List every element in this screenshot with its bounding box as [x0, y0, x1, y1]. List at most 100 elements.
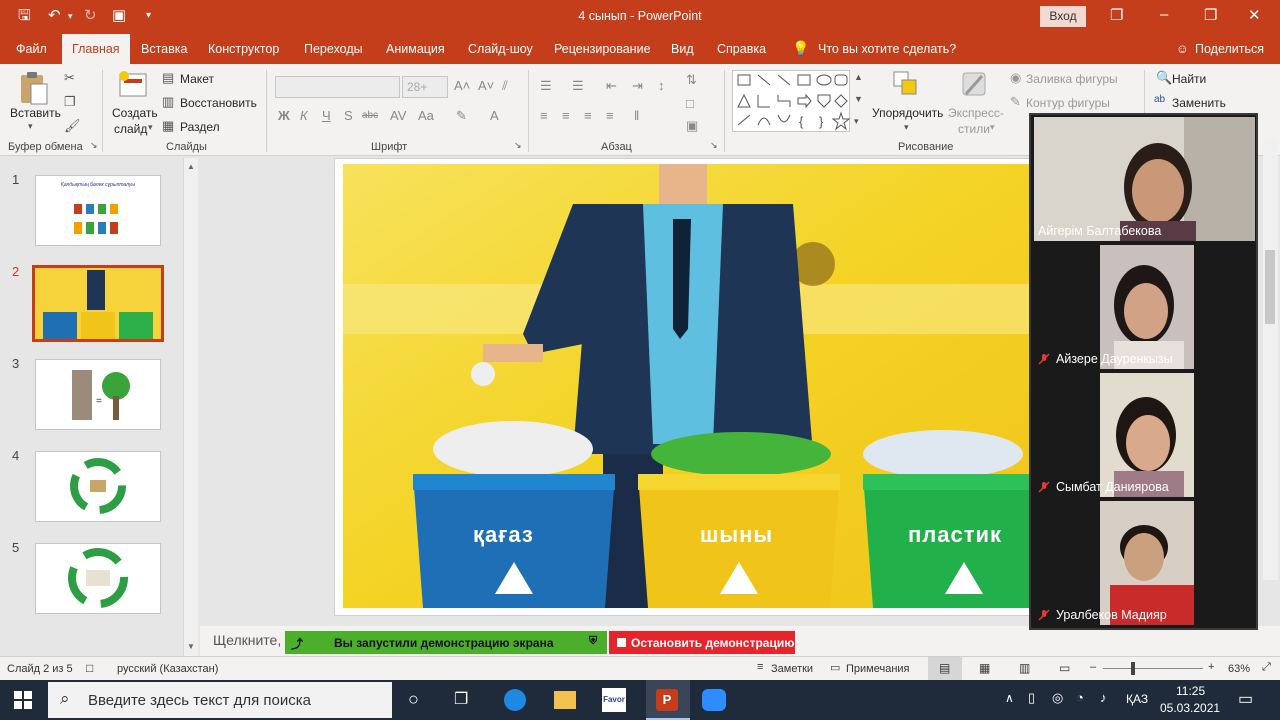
- thumbnails-scrollbar[interactable]: ▲ ▼: [183, 158, 198, 656]
- participant-tile[interactable]: Сымбат Даниярова: [1034, 373, 1255, 497]
- columns-icon[interactable]: ‖: [634, 108, 639, 123]
- align-center-icon[interactable]: ≡: [562, 108, 570, 123]
- increase-font-icon[interactable]: A˄: [454, 78, 470, 93]
- powerpoint-icon[interactable]: P: [656, 689, 678, 711]
- italic-icon[interactable]: К: [300, 108, 308, 123]
- quick-styles-label-1[interactable]: Экспресс-: [948, 106, 1004, 120]
- slide-thumbnail-1[interactable]: Қалдықтың бөлек сұрыпталуы: [35, 175, 161, 246]
- sign-in-button[interactable]: Вход: [1040, 6, 1086, 27]
- notifications-icon[interactable]: ▭: [1238, 689, 1253, 709]
- gallery-up-icon[interactable]: ▲: [854, 72, 863, 82]
- section-button[interactable]: Раздел: [180, 120, 220, 134]
- accessibility-icon[interactable]: □: [86, 661, 93, 675]
- shadow-icon[interactable]: S: [344, 108, 353, 123]
- zoom-app-icon[interactable]: [702, 689, 726, 711]
- gallery-down-icon[interactable]: ▼: [854, 94, 863, 104]
- tab-help[interactable]: Справка: [717, 42, 766, 56]
- copy-icon[interactable]: ❐: [64, 94, 76, 110]
- bold-icon[interactable]: Ж: [278, 108, 290, 123]
- tab-animations[interactable]: Анимация: [386, 42, 445, 56]
- participant-tile[interactable]: Айзере Дауренкызы: [1034, 245, 1255, 369]
- slide-sorter-icon[interactable]: ▦: [979, 661, 990, 675]
- zoom-in-icon[interactable]: +: [1208, 661, 1214, 673]
- new-slide-dropdown-icon[interactable]: ▾: [148, 122, 153, 133]
- section-icon[interactable]: ▦: [162, 118, 174, 134]
- paste-icon[interactable]: [18, 70, 50, 106]
- slideshow-icon[interactable]: ▭: [1059, 661, 1070, 675]
- arrange-button[interactable]: Упорядочить: [872, 106, 943, 120]
- shape-fill-button[interactable]: Заливка фигуры: [1026, 72, 1118, 86]
- decrease-indent-icon[interactable]: ⇤: [606, 78, 617, 94]
- reset-icon[interactable]: ▥: [162, 94, 174, 110]
- shapes-gallery[interactable]: { }: [732, 70, 851, 132]
- layout-button[interactable]: Макет: [180, 72, 214, 86]
- maximize-icon[interactable]: ❐: [1204, 6, 1217, 24]
- increase-indent-icon[interactable]: ⇥: [632, 78, 643, 94]
- quick-styles-label-2[interactable]: стили: [958, 122, 990, 136]
- cut-icon[interactable]: ✂: [64, 70, 75, 86]
- justify-icon[interactable]: ≡: [606, 108, 614, 123]
- file-explorer-icon[interactable]: [554, 691, 576, 709]
- cortana-icon[interactable]: ○: [408, 689, 419, 710]
- zoom-slider[interactable]: [1103, 668, 1203, 669]
- arrange-icon[interactable]: [892, 70, 924, 100]
- tab-transitions[interactable]: Переходы: [304, 42, 363, 56]
- line-spacing-icon[interactable]: ↕: [658, 78, 665, 93]
- font-color-icon[interactable]: A: [490, 108, 499, 123]
- minimize-icon[interactable]: –: [1160, 6, 1168, 23]
- decrease-font-icon[interactable]: A˅: [478, 78, 494, 93]
- tab-home[interactable]: Главная: [62, 34, 130, 64]
- smartart-icon[interactable]: ▣: [686, 118, 698, 134]
- strikethrough-icon[interactable]: abc: [362, 110, 378, 121]
- new-slide-label-1[interactable]: Создать: [112, 106, 158, 120]
- font-size-input[interactable]: 28+: [402, 76, 448, 98]
- reading-view-icon[interactable]: ▥: [1019, 661, 1030, 675]
- quick-styles-icon[interactable]: [960, 70, 990, 100]
- tab-file[interactable]: Файл: [16, 42, 47, 56]
- find-icon[interactable]: 🔍: [1156, 70, 1172, 86]
- format-painter-icon[interactable]: 🖌: [64, 118, 81, 134]
- outline-icon[interactable]: ✎: [1010, 94, 1021, 110]
- align-right-icon[interactable]: ≡: [584, 108, 592, 123]
- arrange-dropdown-icon[interactable]: ▾: [904, 122, 909, 133]
- zoom-level[interactable]: 63%: [1228, 663, 1250, 675]
- notes-placeholder[interactable]: Щелкните,: [213, 632, 281, 648]
- slide-thumbnail-4[interactable]: [35, 451, 161, 522]
- participant-tile[interactable]: Уралбеков Мадияр: [1034, 501, 1255, 625]
- editor-scrollbar[interactable]: [1263, 140, 1278, 580]
- tab-design[interactable]: Конструктор: [208, 42, 279, 56]
- participant-tile[interactable]: Айгерім Балтабекова: [1034, 117, 1255, 241]
- find-button[interactable]: Найти: [1172, 72, 1206, 86]
- wifi-icon[interactable]: ◔: [1076, 690, 1084, 705]
- reset-button[interactable]: Восстановить: [180, 96, 257, 110]
- replace-button[interactable]: Заменить: [1172, 96, 1226, 110]
- clipboard-launcher-icon[interactable]: ↘: [90, 140, 98, 151]
- chevron-up-icon[interactable]: ∧: [1005, 691, 1014, 705]
- slide-thumbnail-2[interactable]: [32, 265, 164, 342]
- tab-view[interactable]: Вид: [671, 42, 694, 56]
- ribbon-display-icon[interactable]: ❐: [1110, 6, 1123, 24]
- tell-me-input[interactable]: Что вы хотите сделать?: [818, 42, 956, 56]
- scrollbar-thumb[interactable]: [1265, 250, 1275, 324]
- clock-time[interactable]: 11:25: [1176, 684, 1205, 698]
- paste-dropdown-icon[interactable]: ▾: [28, 121, 33, 132]
- battery-icon[interactable]: ▯: [1028, 690, 1035, 706]
- share-button[interactable]: Поделиться: [1195, 42, 1264, 56]
- underline-icon[interactable]: Ч: [322, 108, 331, 123]
- network-icon[interactable]: ◎: [1052, 690, 1063, 706]
- change-case-icon[interactable]: Aa: [418, 108, 434, 123]
- gallery-more-icon[interactable]: ▾: [854, 116, 859, 127]
- language-indicator[interactable]: русский (Казахстан): [117, 663, 218, 675]
- clear-formatting-icon[interactable]: ⫽: [502, 78, 508, 94]
- stop-share-button[interactable]: Остановить демонстрацию: [609, 631, 795, 654]
- volume-icon[interactable]: ♪: [1100, 690, 1107, 705]
- notes-toggle[interactable]: Заметки: [771, 663, 813, 675]
- fill-icon[interactable]: ◉: [1010, 70, 1021, 86]
- zoom-slider-thumb[interactable]: [1131, 662, 1135, 675]
- search-placeholder[interactable]: Введите здесь текст для поиска: [88, 692, 311, 709]
- favori-app-icon[interactable]: Favor: [602, 688, 626, 712]
- paste-button[interactable]: Вставить: [10, 106, 61, 120]
- align-text-icon[interactable]: □: [686, 96, 694, 111]
- keyboard-language[interactable]: ҚАЗ: [1126, 692, 1148, 706]
- task-view-icon[interactable]: ❐: [454, 689, 468, 709]
